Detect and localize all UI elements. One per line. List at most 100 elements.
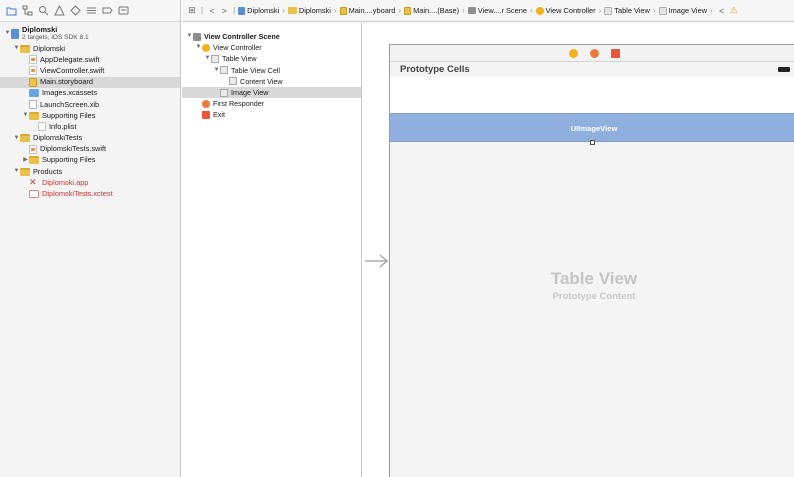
disclosure-icon[interactable]: ▼ (213, 65, 220, 76)
navigator-item[interactable]: Main.storyboard (0, 76, 180, 88)
navigator-item[interactable]: ✕ Diplomski.app (0, 177, 180, 188)
back-button[interactable]: < (206, 6, 218, 16)
project-navigator: ▼ Diplomski 2 targets, iOS SDK 8.1 ▼ Diploms… (0, 0, 181, 477)
navigator-item[interactable]: AppDelegate.swift (0, 54, 180, 65)
navigator-item[interactable]: ▶ Supporting Files (0, 155, 180, 166)
outline-item-label: Table View (222, 54, 257, 64)
disclosure-icon[interactable]: ▼ (204, 53, 211, 64)
swift-file-icon (29, 66, 37, 76)
forward-button[interactable]: > (218, 6, 230, 16)
navigator-item[interactable]: ▼ Diplomski 2 targets, iOS SDK 8.1 (0, 24, 180, 43)
tv-icon (220, 88, 228, 97)
breadcrumb-chevron-icon: › (598, 6, 602, 15)
breadcrumb-item[interactable]: Image View (658, 6, 708, 15)
jump-bar-separator: | (233, 6, 236, 15)
report-icon[interactable] (118, 5, 129, 16)
xc-file-icon (29, 89, 39, 98)
navigator-item[interactable]: DiplomskiTests.swift (0, 144, 180, 155)
disclosure-icon[interactable]: ▶ (22, 155, 29, 166)
navigator-item[interactable]: ViewController.swift (0, 65, 180, 76)
disclosure-icon[interactable]: ▼ (13, 133, 20, 144)
navigator-item-label: DiplomskiTests.xctest (42, 189, 113, 199)
breadcrumb-item[interactable]: View Controller (535, 6, 596, 15)
outline-item[interactable]: First Responder (182, 98, 361, 109)
disclosure-icon[interactable]: ▼ (13, 166, 20, 177)
breadcrumb-label: View Controller (545, 6, 596, 15)
disclosure-icon[interactable]: ▼ (186, 31, 193, 42)
warning-icon[interactable]: ⚠ (730, 5, 738, 16)
navigator-tree: ▼ Diplomski 2 targets, iOS SDK 8.1 ▼ Diploms… (0, 24, 180, 200)
view-controller-scene[interactable]: Prototype Cells UIImageView Table View P… (389, 44, 794, 477)
breakpoint-icon[interactable] (102, 5, 113, 16)
breadcrumb-item[interactable]: Diplomski (238, 6, 279, 15)
initial-scene-arrow-icon (365, 254, 388, 268)
navigator-item-label: LaunchScreen.xib (40, 99, 100, 109)
test-icon[interactable] (70, 5, 81, 16)
navigator-item[interactable]: LaunchScreen.xib (0, 99, 180, 110)
breadcrumb-item[interactable]: Diplomski (287, 6, 331, 15)
navigator-item-label: DiplomskiTests (33, 133, 83, 143)
scene-icon (193, 32, 201, 41)
outline-item[interactable]: ▼ Table View Cell (182, 65, 361, 76)
breadcrumb-label: Main....yboard (348, 6, 396, 15)
outline-tree: ▼ View Controller Scene ▼ View Controller ▼ T… (182, 31, 361, 121)
document-outline: ▼ View Controller Scene ▼ View Controller ▼ T… (182, 22, 362, 477)
tv-icon (229, 77, 237, 86)
navigator-item[interactable]: ▼ Supporting Files (0, 110, 180, 121)
view-controller-icon[interactable] (568, 48, 578, 58)
breadcrumb-label: Table View (614, 6, 650, 15)
navigator-item-label: Images.xcassets (42, 88, 98, 98)
prototype-cells-label: Prototype Cells (400, 64, 470, 75)
folder-file-icon (29, 111, 39, 120)
vc-icon (535, 6, 544, 15)
outline-item[interactable]: Exit (182, 109, 361, 120)
folder-icon[interactable] (6, 5, 17, 16)
breadcrumb-chevron-icon: › (529, 6, 533, 15)
breadcrumb-item[interactable]: Table View (604, 6, 650, 15)
outline-item[interactable]: ▼ View Controller (182, 42, 361, 53)
outline-item[interactable]: ▼ Table View (182, 53, 361, 64)
scene-dock (390, 45, 794, 62)
breadcrumb-item[interactable]: Main....(Base) (404, 6, 459, 15)
search-icon[interactable] (38, 5, 49, 16)
outline-item[interactable]: Image View (182, 86, 361, 99)
debug-icon[interactable] (86, 5, 97, 16)
breadcrumb-item[interactable]: Main....yboard (339, 6, 396, 15)
disclosure-icon[interactable]: ▼ (4, 28, 11, 39)
swift-file-icon (29, 144, 37, 154)
xct-file-icon (29, 190, 39, 199)
back-button-secondary[interactable]: < (716, 6, 728, 16)
breadcrumb-item[interactable]: View....r Scene (467, 6, 527, 15)
outline-item-label: Image View (231, 87, 269, 97)
navigator-item[interactable]: Info.plist (0, 121, 180, 132)
disclosure-icon[interactable]: ▼ (13, 43, 20, 54)
breadcrumb-chevron-icon: › (282, 6, 285, 15)
storyboard-canvas[interactable]: Prototype Cells UIImageView Table View P… (363, 22, 794, 477)
breadcrumb-label: Image View (668, 6, 708, 15)
resize-handle[interactable] (590, 140, 595, 145)
hierarchy-icon[interactable] (22, 5, 33, 16)
outline-item-label: First Responder (213, 99, 265, 109)
navigator-item[interactable]: ▼ Products (0, 166, 180, 177)
outline-item[interactable]: ▼ View Controller Scene (182, 31, 361, 42)
navigator-item-label: Products (33, 166, 63, 176)
fr-icon (202, 99, 210, 108)
outline-item[interactable]: Content View (182, 76, 361, 87)
breadcrumb-label: Diplomski (298, 6, 331, 15)
folder-icon (287, 7, 297, 14)
disclosure-icon[interactable]: ▼ (22, 110, 29, 121)
navigator-item-label: ViewController.swift (40, 65, 105, 75)
warning-icon[interactable] (54, 5, 65, 16)
breadcrumb-chevron-icon: › (462, 6, 465, 15)
related-items-button[interactable]: ⊞ (186, 5, 198, 16)
breadcrumb-chevron-icon: › (710, 6, 713, 15)
navigator-item[interactable]: DiplomskiTests.xctest (0, 188, 180, 199)
image-view[interactable]: UIImageView (390, 113, 794, 142)
navigator-item[interactable]: ▼ Diplomski (0, 43, 180, 54)
disclosure-icon[interactable]: ▼ (195, 42, 202, 53)
navigator-item[interactable]: ▼ DiplomskiTests (0, 133, 180, 144)
exit-icon[interactable] (610, 48, 620, 58)
navigator-item[interactable]: Images.xcassets (0, 88, 180, 99)
first-responder-icon[interactable] (589, 48, 599, 58)
breadcrumb-chevron-icon: › (652, 6, 656, 15)
